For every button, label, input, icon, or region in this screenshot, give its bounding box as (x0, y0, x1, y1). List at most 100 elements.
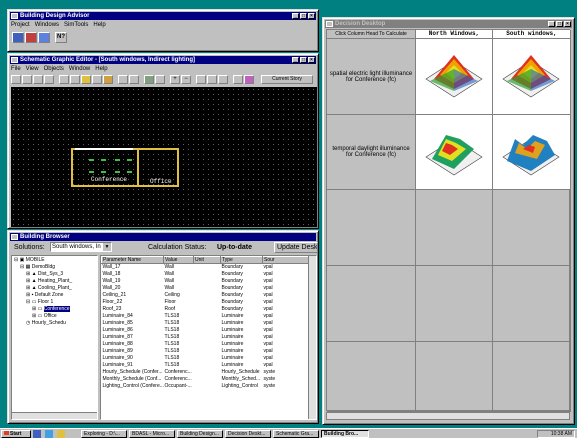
col-parameter-name[interactable]: Parameter Name (101, 256, 164, 264)
menu-windows[interactable]: Windows (35, 21, 59, 29)
table-row[interactable]: Luminaire_90 TLS18 Luminaire vpal (102, 355, 311, 362)
tree-node[interactable]: ⊞ ▲ Dist_Sys_3 (14, 271, 95, 278)
menu-window[interactable]: Window (69, 65, 90, 73)
start-button[interactable]: Start (1, 429, 31, 438)
select-tool-icon[interactable] (22, 75, 32, 84)
col-south-windows[interactable]: South windows, (493, 30, 571, 39)
col-north-windows[interactable]: North Windows, (416, 30, 493, 39)
menu-help[interactable]: Help (93, 21, 105, 29)
window-tool-icon[interactable] (44, 75, 54, 84)
minimize-button[interactable]: _ (292, 57, 299, 63)
desktop-hscrollbar[interactable] (326, 412, 570, 420)
taskbar-item[interactable]: BDASL - Micro... (129, 429, 175, 438)
zoom-out-icon[interactable]: − (181, 75, 191, 84)
wall-tool-icon[interactable] (33, 75, 43, 84)
table-row[interactable]: Luminaire_84 TLS18 Luminaire vpal (102, 313, 311, 320)
table-row[interactable]: Luminaire_91 TLS18 Luminaire vpal (102, 362, 311, 369)
current-story-button[interactable]: Current Story (261, 75, 313, 84)
table-row[interactable]: Wall_18 Wall Boundary vpal (102, 271, 311, 278)
close-button[interactable]: × (308, 57, 315, 63)
table-row[interactable]: Roof_23 Roof Boundary vpal (102, 306, 311, 313)
browser-titlebar[interactable]: Building Browser (10, 233, 316, 241)
menu-objects[interactable]: Objects (44, 65, 64, 73)
tree-hscrollbar[interactable] (12, 412, 97, 419)
taskbar-item[interactable]: Schematic Gra... (273, 429, 319, 438)
tree-node[interactable]: ⊞ ▭ Office (14, 313, 95, 320)
table-row[interactable]: Monthly_Schedule (Conf... Conferenc... Mon… (102, 376, 311, 383)
sge-titlebar[interactable]: Schematic Graphic Editor - [South window… (10, 56, 316, 64)
layer-tool-icon[interactable] (233, 75, 243, 84)
table-tool-icon[interactable] (118, 75, 128, 84)
menu-file[interactable]: File (11, 65, 21, 73)
chevron-down-icon[interactable]: ▼ (103, 243, 111, 251)
cell-temporal-north[interactable] (416, 115, 493, 190)
book-tool-icon[interactable] (144, 75, 154, 84)
copy-tool-icon[interactable] (207, 75, 217, 84)
array-tool-icon[interactable] (92, 75, 102, 84)
menu-project[interactable]: Project (11, 21, 30, 29)
desktop-titlebar[interactable]: Decision Desktop _ □ × (325, 20, 572, 28)
close-button[interactable]: × (564, 21, 571, 27)
update-desktop-button[interactable]: Update Desk (274, 242, 318, 253)
table-row[interactable]: Luminaire_85 TLS18 Luminaire vpal (102, 320, 311, 327)
taskbar-item[interactable]: Building Design... (177, 429, 223, 438)
cell-spatial-north[interactable] (416, 39, 493, 115)
table-vscrollbar[interactable] (308, 256, 316, 419)
table-row[interactable]: Lighting_Control (Confere... Occupant-...… (102, 383, 311, 390)
tree-node[interactable]: ⊟ ▦ DemoBldg (14, 264, 95, 271)
table-row[interactable]: Luminaire_89 TLS18 Luminaire vpal (102, 348, 311, 355)
col-unit[interactable]: Unit (193, 256, 221, 264)
table-row[interactable]: Ceiling_21 Ceiling Boundary vpal (102, 292, 311, 299)
table-row[interactable]: Luminaire_88 TLS18 Luminaire vpal (102, 341, 311, 348)
minimize-button[interactable]: _ (548, 21, 555, 27)
table-row[interactable]: Hourly_Schedule (Confer... Conferenc... Ho… (102, 369, 311, 376)
desktop-tool-icon[interactable] (38, 32, 50, 43)
menu-simtools[interactable]: SimTools (64, 21, 88, 29)
luminaire-tool-icon[interactable] (81, 75, 91, 84)
col-type[interactable]: Type (220, 256, 263, 264)
minimize-button[interactable]: _ (292, 13, 299, 19)
tree-node[interactable]: ⊞ ▭ Conference (14, 306, 95, 313)
advisor-titlebar[interactable]: Building Design Advisor _ □ × (10, 12, 316, 20)
paste-tool-icon[interactable] (218, 75, 228, 84)
menu-view[interactable]: View (26, 65, 39, 73)
tree-node[interactable]: ◷ Hourly_Schedu (14, 320, 95, 327)
quick-launch-icon[interactable] (33, 429, 79, 438)
tree-node[interactable]: ⊞ ▲ Heating_Plant_ (14, 278, 95, 285)
grid-tool-icon[interactable] (11, 75, 21, 84)
col-source[interactable]: Sour (262, 256, 311, 264)
furniture-tool-icon[interactable] (103, 75, 113, 84)
tree-view[interactable]: ⊟ ▣ MOBILE ⊟ ▦ DemoBldg ⊞ ▲ Dist_Sys_3 ⊞… (11, 255, 98, 420)
zoom-in-icon[interactable]: + (170, 75, 180, 84)
tree-node[interactable]: ⊞ ▲ Cooling_Plant_ (14, 285, 95, 292)
editor-tool-icon[interactable] (25, 32, 37, 43)
table-row[interactable]: Wall_20 Wall Boundary vpal (102, 285, 311, 292)
browser-tool-icon[interactable] (12, 32, 24, 43)
taskbar-item[interactable]: Exploring - D:\... (81, 429, 127, 438)
door-tool-icon[interactable] (59, 75, 69, 84)
table-row[interactable]: Luminaire_87 TLS18 Luminaire vpal (102, 334, 311, 341)
maximize-button[interactable]: □ (300, 57, 307, 63)
table-row[interactable]: Floor_22 Floor Boundary vpal (102, 299, 311, 306)
rect-tool-icon[interactable] (196, 75, 206, 84)
cell-temporal-south[interactable] (493, 115, 571, 190)
taskbar-item[interactable]: Decision Deskt... (225, 429, 271, 438)
help-tool-icon[interactable]: N? (55, 32, 67, 43)
col-value[interactable]: Value (163, 256, 194, 264)
tree-node[interactable]: ⊟ ▣ MOBILE (14, 257, 95, 264)
list-tool-icon[interactable] (129, 75, 139, 84)
pencil-tool-icon[interactable] (155, 75, 165, 84)
tree-node[interactable]: ⊞ ▪ Default Zone (14, 292, 95, 299)
close-button[interactable]: × (308, 13, 315, 19)
solutions-select[interactable]: South windows, In ▼ (50, 242, 112, 252)
table-row[interactable]: Wall_19 Wall Boundary vpal (102, 278, 311, 285)
color-tool-icon[interactable] (244, 75, 254, 84)
taskbar-item[interactable]: Building Bro... (321, 429, 369, 438)
drawing-canvas[interactable]: Conference Office (11, 87, 317, 227)
maximize-button[interactable]: □ (556, 21, 563, 27)
menu-help[interactable]: Help (95, 65, 107, 73)
table-row[interactable]: Luminaire_86 TLS18 Luminaire vpal (102, 327, 311, 334)
cell-spatial-south[interactable] (493, 39, 571, 115)
room-tool-icon[interactable] (70, 75, 80, 84)
table-row[interactable]: Wall_17 Wall Boundary vpal (102, 264, 311, 271)
